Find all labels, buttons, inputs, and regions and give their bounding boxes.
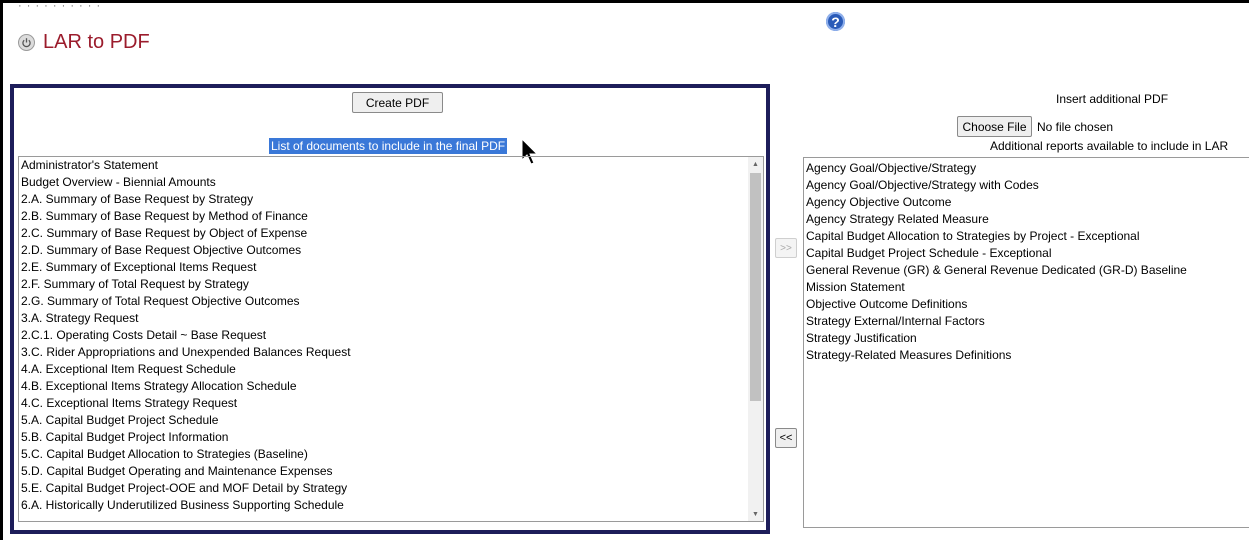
document-list-item[interactable]: 5.A. Capital Budget Project Schedule bbox=[21, 412, 763, 429]
page-title: LAR to PDF bbox=[43, 31, 150, 53]
pdf-documents-panel: Create PDF List of documents to include … bbox=[10, 84, 770, 534]
choose-file-button[interactable]: Choose File bbox=[957, 116, 1032, 137]
document-list-item[interactable]: Administrator's Statement bbox=[21, 157, 763, 174]
create-pdf-button[interactable]: Create PDF bbox=[352, 92, 443, 113]
report-list-item[interactable]: Agency Objective Outcome bbox=[806, 194, 1249, 211]
report-list-item[interactable]: Agency Goal/Objective/Strategy with Code… bbox=[806, 177, 1249, 194]
document-list-item[interactable]: 5.E. Capital Budget Project-OOE and MOF … bbox=[21, 480, 763, 497]
document-list-item[interactable]: 2.F. Summary of Total Request by Strateg… bbox=[21, 276, 763, 293]
document-list-item[interactable]: 4.A. Exceptional Item Request Schedule bbox=[21, 361, 763, 378]
scroll-down-arrow-icon[interactable]: ▼ bbox=[748, 507, 763, 521]
move-right-button[interactable]: >> bbox=[775, 238, 797, 258]
document-list-item[interactable]: 3.C. Rider Appropriations and Unexpended… bbox=[21, 344, 763, 361]
documents-listbox[interactable]: Administrator's Statement Budget Overview… bbox=[18, 156, 764, 522]
report-list-item[interactable]: Strategy-Related Measures Definitions bbox=[806, 347, 1249, 364]
additional-reports-caption: Additional reports available to include … bbox=[990, 139, 1229, 153]
documents-scrollbar[interactable]: ▲ ▼ bbox=[748, 157, 763, 521]
help-icon[interactable]: ? bbox=[826, 12, 845, 31]
report-list-item[interactable]: Mission Statement bbox=[806, 279, 1249, 296]
additional-reports-listbox[interactable]: Agency Goal/Objective/Strategy Agency Goa… bbox=[803, 157, 1249, 528]
document-list-item[interactable]: 4.B. Exceptional Items Strategy Allocati… bbox=[21, 378, 763, 395]
document-list-item[interactable]: 5.D. Capital Budget Operating and Mainte… bbox=[21, 463, 763, 480]
reports-list: Agency Goal/Objective/Strategy Agency Goa… bbox=[804, 158, 1249, 364]
document-list-item[interactable]: 4.C. Exceptional Items Strategy Request bbox=[21, 395, 763, 412]
cut-off-text: · · · · · · · · · · bbox=[18, 0, 102, 12]
document-list-item[interactable]: 2.C.1. Operating Costs Detail ~ Base Req… bbox=[21, 327, 763, 344]
document-list-item[interactable]: 2.E. Summary of Exceptional Items Reques… bbox=[21, 259, 763, 276]
report-list-item[interactable]: Strategy Justification bbox=[806, 330, 1249, 347]
report-list-item[interactable]: General Revenue (GR) & General Revenue D… bbox=[806, 262, 1249, 279]
document-list-item[interactable]: 2.D. Summary of Base Request Objective O… bbox=[21, 242, 763, 259]
report-list-item[interactable]: Capital Budget Project Schedule - Except… bbox=[806, 245, 1249, 262]
insert-pdf-title: Insert additional PDF bbox=[1056, 92, 1169, 106]
report-list-item[interactable]: Strategy External/Internal Factors bbox=[806, 313, 1249, 330]
documents-list: Administrator's Statement Budget Overview… bbox=[19, 157, 763, 514]
title-row: LAR to PDF bbox=[18, 31, 150, 54]
document-list-item[interactable]: 5.B. Capital Budget Project Information bbox=[21, 429, 763, 446]
document-list-item[interactable]: 2.A. Summary of Base Request by Strategy bbox=[21, 191, 763, 208]
report-list-item[interactable]: Capital Budget Allocation to Strategies … bbox=[806, 228, 1249, 245]
list-caption: List of documents to include in the fina… bbox=[269, 138, 508, 154]
document-list-item[interactable]: 2.B. Summary of Base Request by Method o… bbox=[21, 208, 763, 225]
report-list-item[interactable]: Objective Outcome Definitions bbox=[806, 296, 1249, 313]
file-input-row: Choose File No file chosen bbox=[957, 116, 1113, 137]
power-icon[interactable] bbox=[18, 34, 35, 51]
document-list-item[interactable]: 3.A. Strategy Request bbox=[21, 310, 763, 327]
no-file-text: No file chosen bbox=[1037, 119, 1114, 134]
document-list-item[interactable]: 5.C. Capital Budget Allocation to Strate… bbox=[21, 446, 763, 463]
document-list-item[interactable]: Budget Overview - Biennial Amounts bbox=[21, 174, 763, 191]
scroll-up-arrow-icon[interactable]: ▲ bbox=[748, 157, 763, 171]
report-list-item[interactable]: Agency Strategy Related Measure bbox=[806, 211, 1249, 228]
scroll-thumb[interactable] bbox=[750, 173, 761, 401]
document-list-item[interactable]: 6.A. Historically Underutilized Business… bbox=[21, 497, 763, 514]
document-list-item[interactable]: 2.C. Summary of Base Request by Object o… bbox=[21, 225, 763, 242]
move-left-button[interactable]: << bbox=[775, 428, 797, 448]
report-list-item[interactable]: Agency Goal/Objective/Strategy bbox=[806, 160, 1249, 177]
document-list-item[interactable]: 2.G. Summary of Total Request Objective … bbox=[21, 293, 763, 310]
